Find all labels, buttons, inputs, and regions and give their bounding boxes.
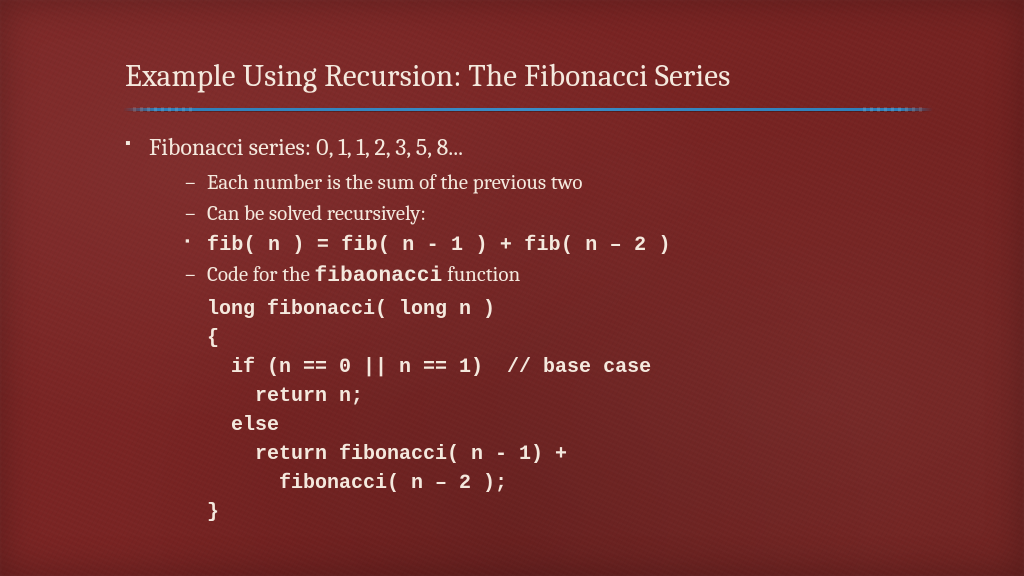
code-line-5: else xyxy=(207,414,279,437)
code-line-7: fibonacci( n – 2 ); xyxy=(207,472,507,495)
code-line-6: return fibonacci( n - 1) + xyxy=(207,443,567,466)
bullet-main: Fibonacci series: 0, 1, 1, 2, 3, 5, 8...… xyxy=(125,131,952,527)
sub-bullet-formula: fib( n ) = fib( n - 1 ) + fib( n – 2 ) xyxy=(185,230,952,259)
code-line-1: long fibonacci( long n ) xyxy=(207,298,495,321)
bullet-list: Fibonacci series: 0, 1, 1, 2, 3, 5, 8...… xyxy=(125,131,952,527)
sub-bullet-3: Code for the fibaonacci function xyxy=(185,261,952,291)
title-underline xyxy=(123,108,933,111)
sub3-post: function xyxy=(443,263,521,287)
sub-bullet-1: Each number is the sum of the previous t… xyxy=(185,169,952,197)
slide: Example Using Recursion: The Fibonacci S… xyxy=(0,0,1024,576)
sub3-codeword: fibaonacci xyxy=(314,265,442,288)
code-line-8: } xyxy=(207,501,219,524)
code-line-4: return n; xyxy=(207,385,363,408)
sub-bullet-2: Can be solved recursively: xyxy=(185,200,952,228)
sub-list: Each number is the sum of the previous t… xyxy=(149,169,952,291)
sub3-pre: Code for the xyxy=(207,263,314,287)
code-block: long fibonacci( long n ) { if (n == 0 ||… xyxy=(207,295,952,527)
formula-code: fib( n ) = fib( n - 1 ) + fib( n – 2 ) xyxy=(207,234,671,257)
code-line-3: if (n == 0 || n == 1) // base case xyxy=(207,356,651,379)
code-line-2: { xyxy=(207,327,219,350)
slide-title: Example Using Recursion: The Fibonacci S… xyxy=(125,58,952,94)
bullet-main-text: Fibonacci series: 0, 1, 1, 2, 3, 5, 8... xyxy=(149,133,463,161)
